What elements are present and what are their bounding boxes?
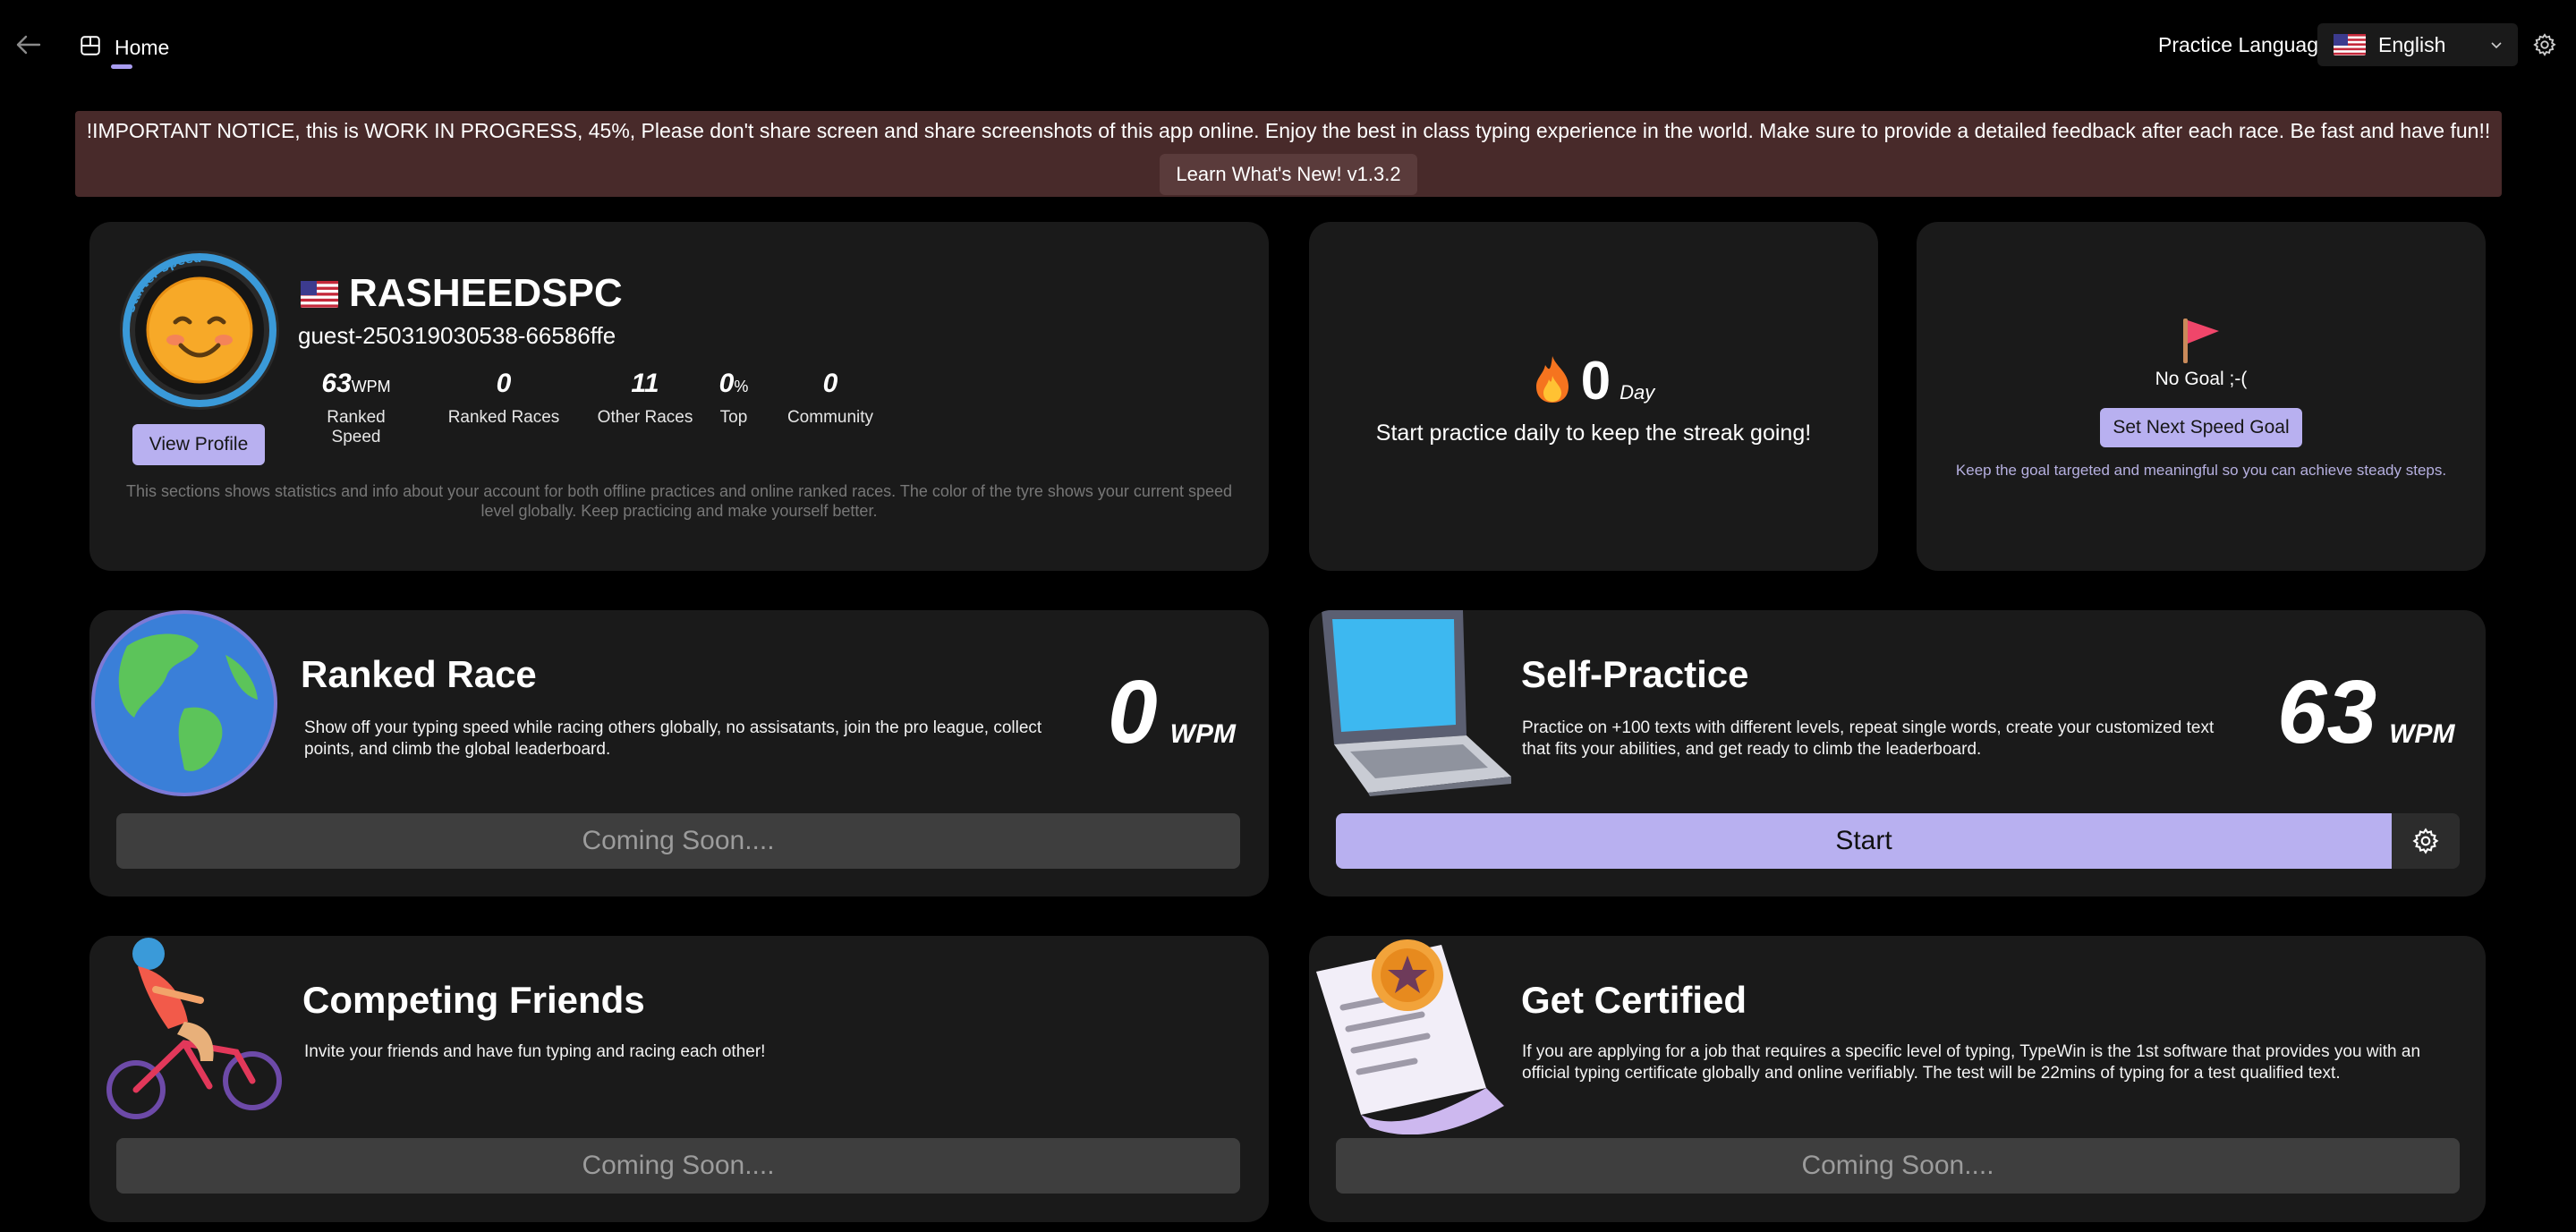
gear-icon [2412,828,2439,854]
guest-id: guest-250319030538-66586ffe [298,322,616,349]
get-certified-description: If you are applying for a job that requi… [1522,1042,2421,1083]
stat-unit: WPM [351,378,391,395]
profile-description: This sections shows statistics and info … [126,482,1232,520]
profile-card: Starter Speed View Profile RASHEEDSPC gu… [89,222,1269,571]
self-practice-title: Self-Practice [1521,653,1749,695]
stat-value: 63 [321,369,352,398]
fire-icon [1535,356,1569,403]
language-select[interactable]: English [2317,23,2518,66]
wpm-value: 63 [2277,662,2377,762]
goal-status: No Goal ;-( [2155,369,2248,389]
stat-value: 11 [631,369,659,398]
view-profile-button[interactable]: View Profile [132,424,265,465]
stat-value: 0 [718,369,735,398]
gear-icon[interactable] [2532,32,2557,57]
practice-language-label: Practice Language [2158,33,2330,56]
language-value: English [2378,32,2446,56]
stat-ranked-races: 0 Ranked Races [447,369,560,428]
get-certified-title: Get Certified [1521,979,1747,1021]
streak-unit: Day [1620,381,1655,404]
get-certified-card: Get Certified If you are applying for a … [1309,936,2486,1222]
stat-ranked-speed: 63WPM Ranked Speed [302,369,410,447]
learn-whats-new-button[interactable]: Learn What's New! v1.3.2 [1160,154,1417,195]
streak-card: 0 Day Start practice daily to keep the s… [1309,222,1878,571]
us-flag-icon [301,281,338,308]
get-certified-coming-soon-button[interactable]: Coming Soon.... [1336,1138,2460,1194]
streak-count: 0 [1580,351,1611,411]
stat-label: Ranked Races [447,408,560,427]
notice-banner: !IMPORTANT NOTICE, this is WORK IN PROGR… [75,111,2502,197]
goal-hint: Keep the goal targeted and meaningful so… [1955,462,2447,479]
stat-other-races: 11 Other Races [591,369,700,428]
tab-active-indicator [111,64,132,69]
notice-message: !IMPORTANT NOTICE, this is WORK IN PROGR… [86,119,2491,142]
wpm-value: 0 [1108,662,1158,762]
stat-label: Community [786,408,874,427]
stat-unit: % [734,378,749,395]
goal-card: No Goal ;-( Set Next Speed Goal Keep the… [1917,222,2486,571]
competing-friends-card: Competing Friends Invite your friends an… [89,936,1269,1222]
competing-friends-title: Competing Friends [302,979,645,1021]
back-arrow-icon[interactable] [13,29,45,61]
flag-icon [2183,319,2219,363]
title-bar: Home Practice Language English [0,0,2576,89]
certificate-icon [1316,939,1504,1134]
competing-friends-coming-soon-button[interactable]: Coming Soon.... [116,1138,1240,1194]
laptop-icon [1322,610,1511,796]
ranked-race-title: Ranked Race [301,653,537,695]
chevron-down-icon [2491,42,2502,49]
stat-top: 0% Top [707,369,761,428]
self-practice-description: Practice on +100 texts with different le… [1522,718,2215,759]
wpm-unit: WPM [1169,719,1236,749]
self-practice-wpm: 63 WPM [2277,667,2455,757]
stat-label: Ranked Speed [327,408,386,446]
start-practice-button[interactable]: Start [1336,813,2392,869]
ranked-race-card: Ranked Race Show off your typing speed w… [89,610,1269,896]
streak-counter: 0 Day [1309,354,1878,408]
ranked-race-coming-soon-button[interactable]: Coming Soon.... [116,813,1240,869]
streak-message: Start practice daily to keep the streak … [1375,421,1812,446]
set-speed-goal-button[interactable]: Set Next Speed Goal [2100,408,2302,447]
ranked-race-description: Show off your typing speed while racing … [304,718,1042,759]
stat-community: 0 Community [777,369,884,428]
tab-home-label: Home [115,36,170,59]
cyclist-icon [106,938,282,1119]
self-practice-card: Self-Practice Practice on +100 texts wit… [1309,610,2486,896]
competing-friends-description: Invite your friends and have fun typing … [304,1042,766,1061]
ranked-race-wpm: 0 WPM [1108,667,1236,757]
tab-home[interactable]: Home [79,27,169,72]
practice-settings-button[interactable] [2392,813,2460,869]
home-icon [81,36,100,55]
stat-label: Top [719,408,748,427]
stat-value: 0 [822,369,838,398]
us-flag-icon [2334,34,2366,55]
wpm-unit: WPM [2389,719,2455,749]
stat-value: 0 [496,369,512,398]
avatar[interactable]: Starter Speed [118,249,281,412]
username: RASHEEDSPC [349,271,623,315]
globe-icon [91,610,277,796]
stat-label: Other Races [597,408,693,427]
